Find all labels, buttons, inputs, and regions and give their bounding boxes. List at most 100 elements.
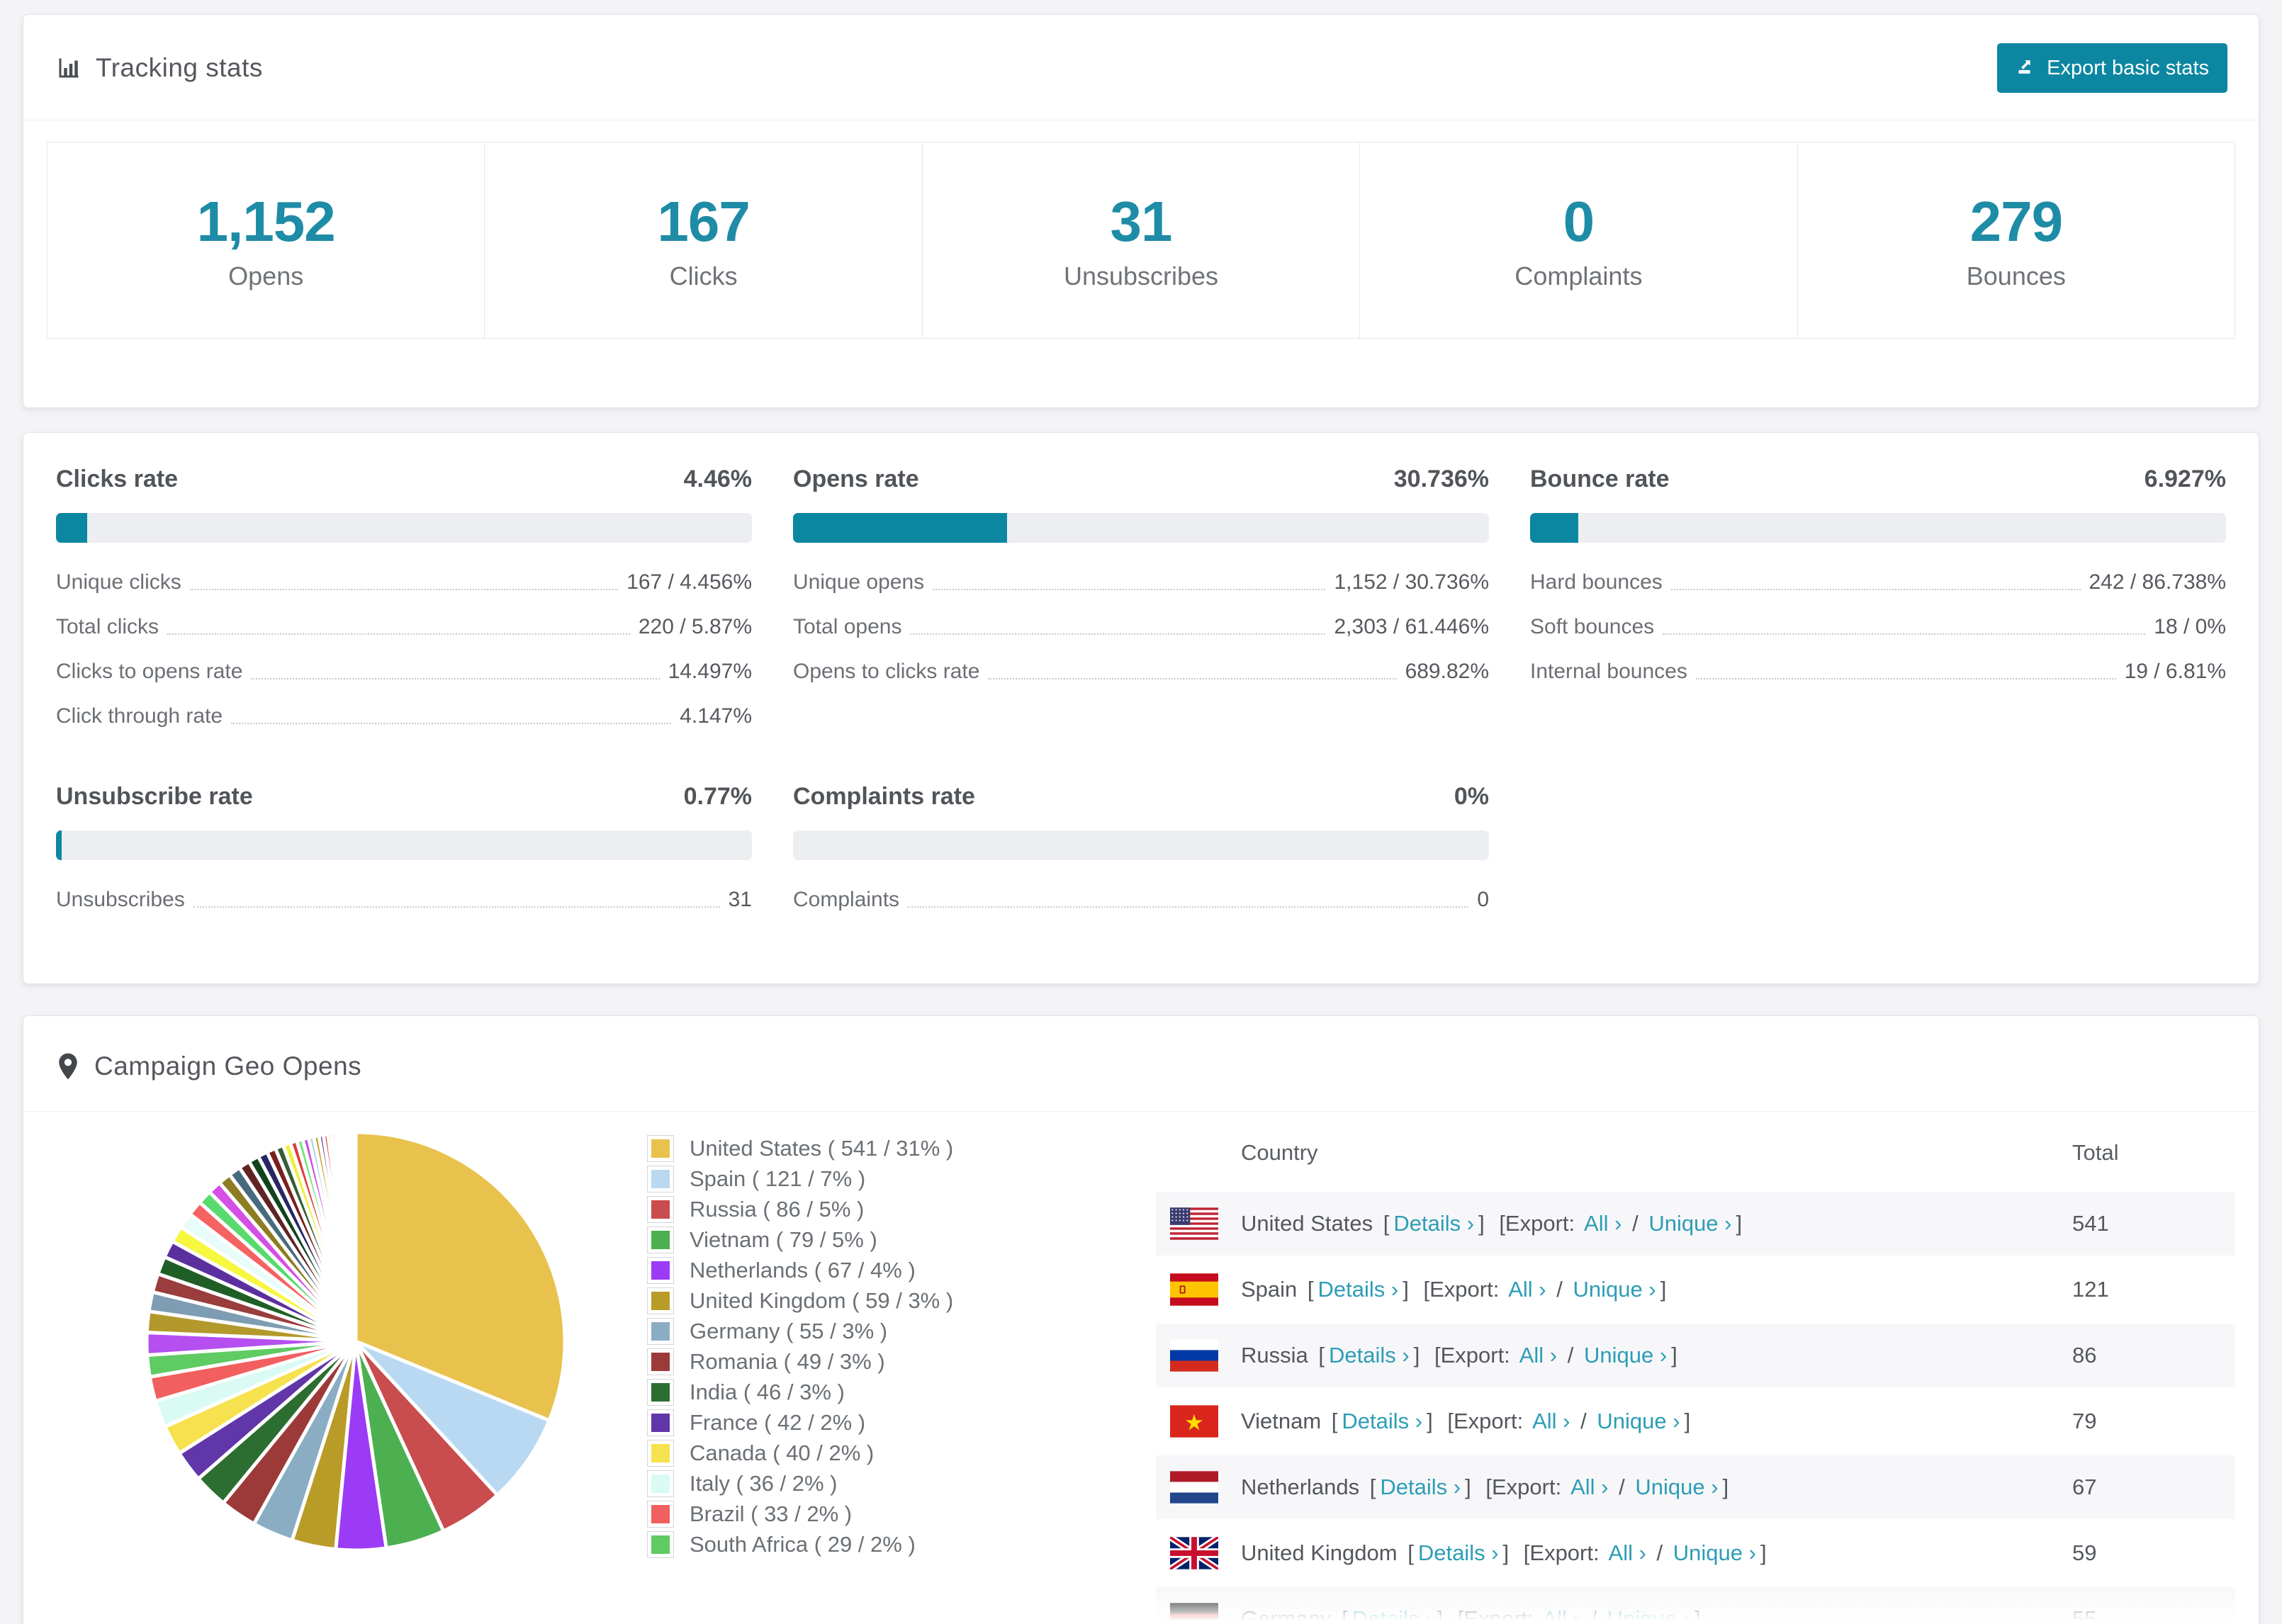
rate-block: Bounce rate 6.927% Hard bounces 242 / 86… xyxy=(1530,466,2226,729)
progress-track xyxy=(793,513,1489,543)
export-unique-link[interactable]: Unique › xyxy=(1673,1540,1756,1565)
details-link[interactable]: Details › xyxy=(1393,1211,1474,1236)
slash-text: / xyxy=(1656,1540,1663,1565)
export-prefix-text: [Export: xyxy=(1485,1474,1562,1499)
legend-item: Brazil ( 33 / 2% ) xyxy=(647,1499,1079,1529)
export-unique-link[interactable]: Unique › xyxy=(1648,1211,1731,1236)
country-total: 59 xyxy=(2072,1540,2097,1565)
legend-label: South Africa ( 29 / 2% ) xyxy=(690,1531,916,1557)
metric-row: Click through rate 4.147% xyxy=(56,704,752,729)
bar-chart-icon xyxy=(56,55,82,81)
export-all-link[interactable]: All › xyxy=(1542,1606,1580,1624)
export-prefix-text: [Export: xyxy=(1499,1211,1575,1236)
legend-swatch xyxy=(647,1134,674,1162)
stat-value: 0 xyxy=(1563,190,1595,253)
geo-pie-chart xyxy=(139,1124,573,1562)
legend-item: India ( 46 / 3% ) xyxy=(647,1377,1079,1407)
metric-value: 19 / 6.81% xyxy=(2124,660,2226,683)
country-flag-icon xyxy=(1170,1537,1218,1569)
bracket-text: ] xyxy=(1671,1343,1677,1368)
bracket-text: ] xyxy=(1403,1277,1409,1302)
legend-label: India ( 46 / 3% ) xyxy=(690,1379,845,1404)
rate-title: Opens rate xyxy=(793,466,919,492)
country-flag-icon xyxy=(1170,1405,1218,1438)
legend-swatch xyxy=(647,1165,674,1192)
bracket-text: [ xyxy=(1307,1277,1314,1302)
export-all-link[interactable]: All › xyxy=(1584,1211,1621,1236)
stat-box: 279 Bounces xyxy=(1797,142,2236,339)
legend-item: Russia ( 86 / 5% ) xyxy=(647,1194,1079,1224)
bracket-text: [ xyxy=(1318,1343,1325,1368)
export-all-link[interactable]: All › xyxy=(1609,1540,1646,1565)
country-name: United States xyxy=(1241,1211,1373,1236)
rate-value: 4.46% xyxy=(683,466,752,492)
metric-label: Soft bounces xyxy=(1530,615,1655,638)
bracket-text: ] xyxy=(1478,1211,1485,1236)
legend-swatch xyxy=(647,1439,674,1467)
country-name: Germany xyxy=(1241,1606,1332,1624)
legend-label: Netherlands ( 67 / 4% ) xyxy=(690,1257,916,1282)
pie-slice-other[interactable] xyxy=(353,1130,358,1343)
details-link[interactable]: Details › xyxy=(1342,1409,1422,1433)
legend-item: Germany ( 55 / 3% ) xyxy=(647,1316,1079,1346)
export-basic-stats-button[interactable]: Export basic stats xyxy=(1997,43,2227,93)
bracket-text: ] xyxy=(1684,1409,1691,1433)
export-unique-link[interactable]: Unique › xyxy=(1635,1474,1718,1499)
export-all-link[interactable]: All › xyxy=(1570,1474,1608,1499)
legend-label: Romania ( 49 / 3% ) xyxy=(690,1348,885,1374)
stat-value: 167 xyxy=(657,190,750,253)
rate-value: 0.77% xyxy=(683,783,752,810)
table-row: United States [Details ›] [Export: All ›… xyxy=(1156,1190,2235,1256)
export-unique-link[interactable]: Unique › xyxy=(1597,1409,1680,1433)
legend-item: United Kingdom ( 59 / 3% ) xyxy=(647,1285,1079,1316)
metric-label: Click through rate xyxy=(56,704,223,728)
legend-label: Italy ( 36 / 2% ) xyxy=(690,1470,838,1496)
table-header-row: Country Total xyxy=(1156,1112,2235,1190)
legend-label: Canada ( 40 / 2% ) xyxy=(690,1440,875,1465)
details-link[interactable]: Details › xyxy=(1418,1540,1499,1565)
table-row: Germany [Details ›] [Export: All › / Uni… xyxy=(1156,1585,2235,1624)
details-link[interactable]: Details › xyxy=(1329,1343,1410,1368)
dotted-leader xyxy=(189,589,619,590)
export-unique-link[interactable]: Unique › xyxy=(1584,1343,1667,1368)
legend-swatch xyxy=(647,1226,674,1253)
country-total: 55 xyxy=(2072,1606,2097,1624)
table-row: Russia [Details ›] [Export: All › / Uniq… xyxy=(1156,1321,2235,1387)
dotted-leader xyxy=(1663,633,2146,635)
campaign-geo-opens-card: Campaign Geo Opens United States ( 541 /… xyxy=(23,1015,2259,1624)
metric-value: 220 / 5.87% xyxy=(638,615,752,638)
export-all-link[interactable]: All › xyxy=(1508,1277,1546,1302)
metric-value: 4.147% xyxy=(680,704,752,728)
metric-row: Clicks to opens rate 14.497% xyxy=(56,659,752,684)
details-link[interactable]: Details › xyxy=(1318,1277,1399,1302)
legend-label: Germany ( 55 / 3% ) xyxy=(690,1318,888,1343)
rate-title: Bounce rate xyxy=(1530,466,1670,492)
dotted-leader xyxy=(231,723,672,724)
country-total: 67 xyxy=(2072,1474,2097,1499)
dotted-leader xyxy=(1670,589,2081,590)
geo-table: Country Total United States [Details ›] … xyxy=(1156,1112,2235,1624)
details-link[interactable]: Details › xyxy=(1352,1606,1433,1624)
export-all-link[interactable]: All › xyxy=(1532,1409,1570,1433)
progress-track xyxy=(1530,513,2226,543)
metric-row: Hard bounces 242 / 86.738% xyxy=(1530,570,2226,595)
country-name: United Kingdom xyxy=(1241,1540,1398,1565)
metric-value: 18 / 0% xyxy=(2154,615,2226,638)
bracket-text: ] xyxy=(1437,1606,1444,1624)
country-total: 79 xyxy=(2072,1409,2097,1433)
metric-label: Complaints xyxy=(793,888,900,911)
details-link[interactable]: Details › xyxy=(1380,1474,1461,1499)
geo-section-title: Campaign Geo Opens xyxy=(94,1051,362,1081)
legend-item: Italy ( 36 / 2% ) xyxy=(647,1468,1079,1499)
export-all-link[interactable]: All › xyxy=(1519,1343,1557,1368)
dotted-leader xyxy=(167,633,630,635)
pie-legend: United States ( 541 / 31% ) Spain ( 121 … xyxy=(647,1133,1079,1560)
legend-swatch xyxy=(647,1378,674,1406)
metric-value: 14.497% xyxy=(668,660,752,683)
table-row: Netherlands [Details ›] [Export: All › /… xyxy=(1156,1453,2235,1519)
metric-value: 689.82% xyxy=(1405,660,1489,683)
metric-label: Unique opens xyxy=(793,570,925,594)
export-unique-link[interactable]: Unique › xyxy=(1573,1277,1656,1302)
stat-label: Complaints xyxy=(1514,261,1643,291)
export-unique-link[interactable]: Unique › xyxy=(1607,1606,1690,1624)
